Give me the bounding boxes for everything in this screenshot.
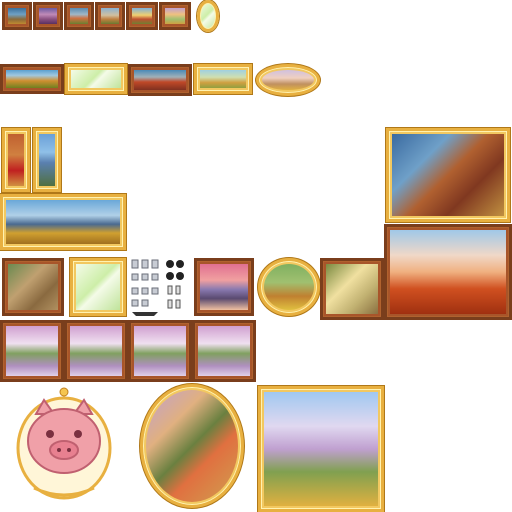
animated-painting-frame-2[interactable] <box>64 320 128 382</box>
small-oval-mirror[interactable] <box>197 0 219 32</box>
small-painting-frame-4[interactable] <box>95 2 125 30</box>
wide-painting-frame-3[interactable] <box>194 64 252 94</box>
animated-painting-frame-1[interactable] <box>0 320 64 382</box>
oval-painting-frame-small[interactable] <box>256 64 320 96</box>
small-painting-frame-5[interactable] <box>126 2 158 30</box>
large-pastel-painting-frame[interactable] <box>258 386 384 512</box>
small-painting-frame-1[interactable] <box>2 2 32 30</box>
large-painting-frame-2[interactable] <box>384 224 512 320</box>
wide-mirror-frame[interactable] <box>65 64 127 94</box>
tall-painting-frame-2[interactable] <box>33 128 61 192</box>
small-painting-frame-6[interactable] <box>159 2 191 30</box>
pig-portrait-frame[interactable] <box>14 386 114 504</box>
pig-face-icon <box>16 387 112 500</box>
large-oval-painting-frame[interactable] <box>140 384 244 508</box>
screws-and-hooks-icon <box>131 259 184 316</box>
animated-painting-frame-4[interactable] <box>192 320 256 382</box>
tall-painting-frame-1[interactable] <box>2 128 30 192</box>
animated-painting-frame-3[interactable] <box>128 320 192 382</box>
wide-painting-frame-2[interactable] <box>128 64 192 96</box>
landscape-painting-frame[interactable] <box>0 194 126 250</box>
large-painting-frame-1[interactable] <box>386 128 510 222</box>
square-painting-frame-1[interactable] <box>2 258 64 316</box>
wide-painting-frame-1[interactable] <box>0 64 64 94</box>
square-mirror-frame[interactable] <box>70 258 126 316</box>
round-painting-frame[interactable] <box>258 258 320 316</box>
mountain-sunset-painting-frame[interactable] <box>194 258 254 316</box>
small-painting-frame-3[interactable] <box>64 2 94 30</box>
medium-painting-frame[interactable] <box>320 258 384 320</box>
small-painting-frame-2[interactable] <box>33 2 63 30</box>
